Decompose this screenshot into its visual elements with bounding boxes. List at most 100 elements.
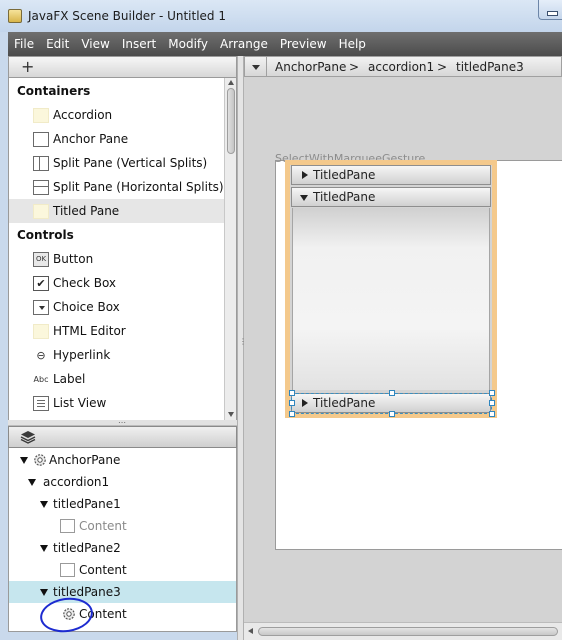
resize-handle[interactable] <box>289 411 295 417</box>
breadcrumb-item[interactable]: titledPane3 <box>456 60 524 74</box>
library-item-check-box[interactable]: ✔ Check Box <box>9 271 225 295</box>
split-pane-horizontal-icon <box>33 179 49 195</box>
library-item-split-pane-vertical[interactable]: Split Pane (Vertical Splits) <box>9 151 225 175</box>
menubar: File Edit View Insert Modify Arrange Pre… <box>8 32 562 56</box>
tree-item-label: AnchorPane <box>49 453 121 467</box>
library-item-hyperlink[interactable]: ⊖ Hyperlink <box>9 343 225 367</box>
library-item-html-editor[interactable]: HTML Editor <box>9 319 225 343</box>
menu-preview[interactable]: Preview <box>274 37 333 51</box>
resize-handle[interactable] <box>489 411 495 417</box>
menu-arrange[interactable]: Arrange <box>214 37 274 51</box>
resize-handle[interactable] <box>389 390 395 396</box>
library-item-label: Anchor Pane <box>53 132 129 146</box>
library-item-label: HTML Editor <box>53 324 126 338</box>
breadcrumb-separator: > <box>437 60 448 74</box>
resize-handle[interactable] <box>489 400 495 406</box>
tree-item-titledpane2[interactable]: titledPane2 <box>9 537 236 559</box>
content-icon <box>60 563 75 577</box>
scroll-left-icon[interactable] <box>248 628 253 634</box>
canvas-hscrollbar[interactable] <box>244 622 562 640</box>
hyperlink-icon: ⊖ <box>36 348 46 362</box>
title-bar: JavaFX Scene Builder - Untitled 1 <box>0 0 562 32</box>
label-icon: Abc <box>33 374 49 384</box>
minimize-button[interactable] <box>538 0 562 20</box>
section-containers[interactable]: Containers <box>17 84 90 98</box>
scrollbar-thumb[interactable] <box>227 88 235 154</box>
library-item-label: Split Pane (Vertical Splits) <box>53 156 208 170</box>
list-view-icon <box>33 395 49 411</box>
resize-handle[interactable] <box>389 411 395 417</box>
expand-icon[interactable] <box>28 479 36 486</box>
library-list: Containers Accordion Anchor Pane Split P… <box>8 78 225 420</box>
library-item-label: Choice Box <box>53 300 120 314</box>
library-item-split-pane-horizontal[interactable]: Split Pane (Horizontal Splits) <box>9 175 225 199</box>
anchor-pane-icon <box>33 131 49 147</box>
checkbox-icon: ✔ <box>33 275 49 291</box>
tree-item-accordion1[interactable]: accordion1 <box>9 471 236 493</box>
library-item-titled-pane[interactable]: Titled Pane <box>9 199 225 223</box>
add-library-button[interactable]: + <box>21 58 34 76</box>
content-icon <box>60 519 75 533</box>
window-title: JavaFX Scene Builder - Untitled 1 <box>28 9 226 23</box>
expand-icon[interactable] <box>20 457 28 464</box>
splitter-grip-icon: ⋯ <box>118 418 126 427</box>
breadcrumb-separator: > <box>349 60 360 74</box>
tree-item-titledpane3[interactable]: titledPane3 <box>9 581 236 603</box>
app-icon <box>8 9 22 23</box>
resize-handle[interactable] <box>289 390 295 396</box>
library-item-anchor-pane[interactable]: Anchor Pane <box>9 127 225 151</box>
scrollbar-thumb[interactable] <box>258 627 558 636</box>
library-scrollbar[interactable] <box>224 78 237 420</box>
breadcrumb-item[interactable]: accordion1 <box>368 60 434 74</box>
scroll-down-icon[interactable] <box>228 412 234 417</box>
hierarchy-toolbar <box>8 426 237 448</box>
scroll-up-icon[interactable] <box>228 80 234 85</box>
split-pane-vertical-icon <box>33 155 49 171</box>
menu-file[interactable]: File <box>8 37 40 51</box>
library-item-label[interactable]: Abc Label <box>9 367 225 391</box>
tree-item-titledpane1[interactable]: titledPane1 <box>9 493 236 515</box>
menu-help[interactable]: Help <box>333 37 372 51</box>
layers-icon[interactable] <box>20 430 36 444</box>
resize-handle[interactable] <box>489 390 495 396</box>
library-item-label: Accordion <box>53 108 113 122</box>
library-item-label: Titled Pane <box>53 204 120 218</box>
library-item-label: List View <box>53 396 107 410</box>
section-controls[interactable]: Controls <box>17 228 74 242</box>
library-item-label: Hyperlink <box>53 348 111 362</box>
expand-icon[interactable] <box>40 589 48 596</box>
library-item-choice-box[interactable]: Choice Box <box>9 295 225 319</box>
tree-item-content[interactable]: Content <box>9 559 236 581</box>
tree-item-label: Content <box>79 519 127 533</box>
resize-handle[interactable] <box>289 400 295 406</box>
titled-pane-label: TitledPane <box>313 190 376 204</box>
expand-icon[interactable] <box>40 501 48 508</box>
gear-icon <box>34 454 46 466</box>
tree-item-label: accordion1 <box>43 475 110 489</box>
chevron-down-icon[interactable] <box>245 57 267 76</box>
tree-item-label: titledPane3 <box>53 585 121 599</box>
menu-insert[interactable]: Insert <box>116 37 162 51</box>
breadcrumb-item[interactable]: AnchorPane <box>275 60 346 74</box>
chevron-right-icon <box>302 171 308 179</box>
vertical-splitter[interactable]: ⋮ <box>237 56 247 640</box>
accordion-icon <box>33 107 49 123</box>
chevron-down-icon <box>300 195 308 201</box>
menu-view[interactable]: View <box>75 37 115 51</box>
menu-modify[interactable]: Modify <box>162 37 214 51</box>
titled-pane-2-header[interactable]: TitledPane <box>291 187 491 207</box>
tree-item-anchorpane[interactable]: AnchorPane <box>9 449 236 471</box>
library-item-label-text: Label <box>53 372 86 386</box>
library-item-label: Button <box>53 252 94 266</box>
library-item-accordion[interactable]: Accordion <box>9 103 225 127</box>
library-item-list-view[interactable]: List View <box>9 391 225 415</box>
library-item-label: Check Box <box>53 276 117 290</box>
tree-item-content[interactable]: Content <box>9 515 236 537</box>
splitter-grip-icon: ⋮ <box>239 337 247 346</box>
titled-pane-2-content[interactable] <box>292 208 490 390</box>
library-item-label: Split Pane (Horizontal Splits) <box>53 180 224 194</box>
menu-edit[interactable]: Edit <box>40 37 75 51</box>
titled-pane-1-header[interactable]: TitledPane <box>291 165 491 185</box>
library-item-button[interactable]: OK Button <box>9 247 225 271</box>
expand-icon[interactable] <box>40 545 48 552</box>
